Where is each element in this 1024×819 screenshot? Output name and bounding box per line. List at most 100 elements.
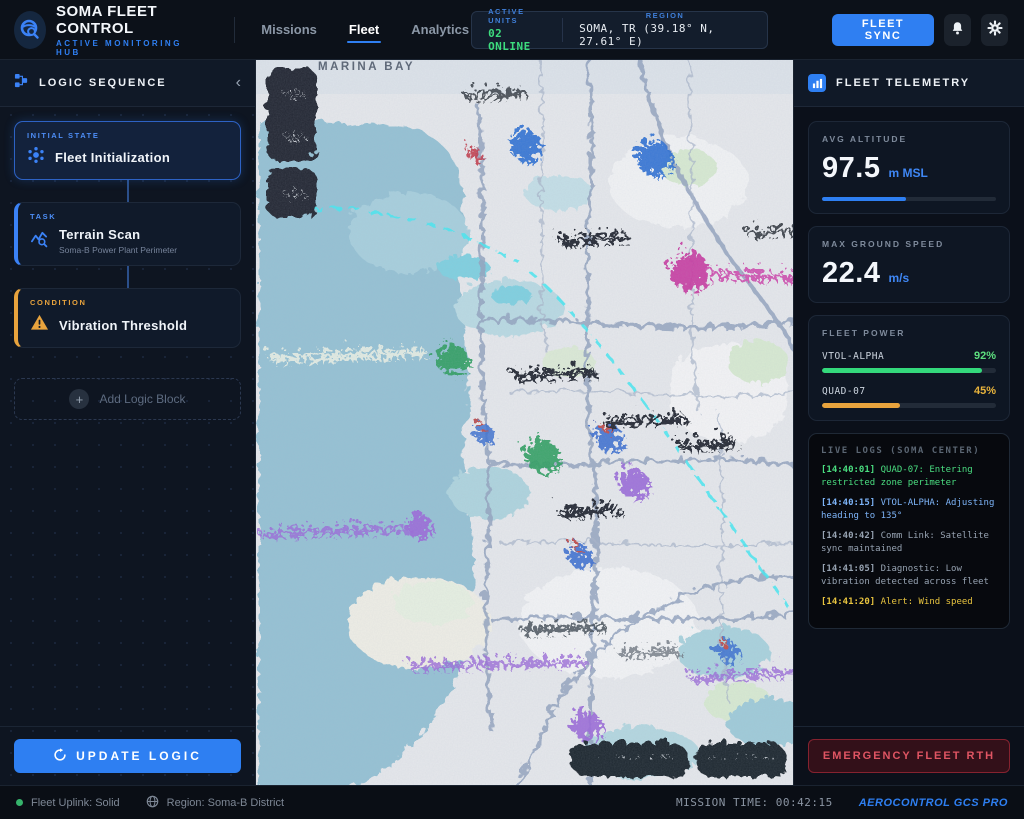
terrain-scan-icon — [30, 229, 49, 253]
app-title: SOMA FLEET CONTROL — [56, 3, 210, 37]
add-logic-block-button[interactable]: + Add Logic Block — [14, 378, 241, 420]
add-logic-block-label: Add Logic Block — [99, 392, 185, 406]
notifications-button[interactable] — [944, 14, 971, 46]
brand: SOMA FLEET CONTROL ACTIVE MONITORING HUB — [14, 3, 210, 57]
log-timestamp: [14:40:42] — [821, 531, 881, 541]
logic-panel-title: LOGIC SEQUENCE — [39, 77, 167, 89]
app-logo-icon — [14, 11, 46, 49]
active-units-label: ACTIVE UNITS — [488, 7, 546, 25]
logic-panel-footer: UPDATE LOGIC — [0, 726, 255, 785]
power-unit-name: QUAD-07 — [822, 386, 866, 397]
log-timestamp: [14:41:05] — [821, 564, 881, 574]
power-unit-fill — [822, 368, 982, 373]
block-kind-label: TASK — [30, 212, 228, 221]
max-speed-label: MAX GROUND SPEED — [822, 239, 996, 249]
main-content: LOGIC SEQUENCE ‹ INITIAL STATE — [0, 60, 1024, 785]
power-unit-fill — [822, 403, 900, 408]
log-list: [14:40:01] QUAD-07: Entering restricted … — [821, 464, 997, 609]
power-unit-track — [822, 368, 996, 373]
logic-sequence-icon — [14, 73, 29, 93]
avg-altitude-label: AVG ALTITUDE — [822, 134, 996, 144]
power-unit-track — [822, 403, 996, 408]
logic-sequence-panel: LOGIC SEQUENCE ‹ INITIAL STATE — [0, 60, 256, 785]
power-unit-pct: 45% — [974, 385, 996, 397]
region-info: REGION SOMA, TR (39.18° N, 27.61° E) — [579, 11, 751, 48]
settings-button[interactable] — [981, 14, 1008, 46]
active-units: ACTIVE UNITS 02 ONLINE — [488, 7, 546, 53]
header: SOMA FLEET CONTROL ACTIVE MONITORING HUB… — [0, 0, 1024, 60]
avg-altitude-value: 97.5 — [822, 152, 880, 185]
bell-icon — [949, 20, 966, 40]
log-entry: [14:41:20] Alert: Wind speed — [821, 596, 997, 609]
app-subtitle: ACTIVE MONITORING HUB — [56, 39, 210, 57]
fleet-power-rows: VTOL-ALPHA92%QUAD-0745% — [822, 350, 996, 408]
hub-icon — [27, 146, 45, 169]
logic-block-condition[interactable]: CONDITION Vibration Threshold — [14, 288, 241, 348]
log-entry: [14:40:01] QUAD-07: Entering restricted … — [821, 464, 997, 490]
telemetry-cards: AVG ALTITUDE 97.5 m MSL MAX GROUND SPEED… — [794, 107, 1024, 643]
header-actions: FLEET SYNC — [832, 14, 1008, 46]
log-timestamp: [14:40:15] — [821, 498, 881, 508]
emergency-rth-button[interactable]: EMERGENCY FLEET RTH — [808, 739, 1010, 773]
fleet-power-label: FLEET POWER — [822, 328, 996, 338]
power-unit-row: QUAD-07 45% — [822, 385, 996, 397]
logic-panel-header: LOGIC SEQUENCE ‹ — [0, 60, 255, 107]
uplink-status-dot — [16, 799, 23, 806]
fleet-telemetry-panel: FLEET TELEMETRY AVG ALTITUDE 97.5 m MSL … — [793, 60, 1024, 785]
refresh-icon — [53, 748, 67, 765]
live-logs-title: LIVE LOGS (SOMA CENTER) — [821, 446, 997, 456]
nav-item-fleet[interactable]: Fleet — [347, 2, 381, 57]
avg-altitude-card: AVG ALTITUDE 97.5 m MSL — [808, 121, 1010, 214]
status-divider — [562, 18, 563, 42]
mission-time: MISSION TIME: 00:42:15 — [676, 796, 833, 809]
status-bar: Fleet Uplink: Solid Region: Soma-B Distr… — [0, 785, 1024, 819]
logic-blocks: INITIAL STATE Fleet Initialization — [0, 107, 255, 434]
update-logic-label: UPDATE LOGIC — [76, 749, 202, 763]
nav-item-analytics[interactable]: Analytics — [409, 2, 471, 57]
uplink-status-label: Fleet Uplink: Solid — [31, 797, 120, 809]
map-canvas: MARINA BAY — [256, 60, 793, 785]
update-logic-button[interactable]: UPDATE LOGIC — [14, 739, 241, 773]
block-connector — [127, 266, 129, 288]
header-divider — [234, 17, 235, 43]
gcs-brand: AEROCONTROL GCS PRO — [859, 797, 1008, 809]
block-title: Fleet Initialization — [55, 150, 170, 165]
fleet-sync-button[interactable]: FLEET SYNC — [832, 14, 934, 46]
gear-icon — [986, 19, 1004, 40]
main-nav: Missions Fleet Analytics — [259, 2, 471, 57]
map[interactable]: MARINA BAY — [256, 60, 793, 785]
region-label: REGION — [646, 11, 685, 20]
log-entry: [14:41:05] Diagnostic: Low vibration det… — [821, 563, 997, 589]
block-title: Vibration Threshold — [59, 318, 187, 333]
log-entry: [14:40:42] Comm Link: Satellite sync mai… — [821, 530, 997, 556]
altitude-progress-track — [822, 197, 996, 201]
globe-icon — [146, 795, 159, 811]
region-status-label: Region: Soma-B District — [167, 797, 284, 809]
altitude-progress-fill — [822, 197, 906, 201]
log-timestamp: [14:41:20] — [821, 597, 881, 607]
logic-block-task[interactable]: TASK Terrain Scan Soma-B Power Plant Per… — [14, 202, 241, 266]
block-connector — [127, 180, 129, 202]
header-status-widget: ACTIVE UNITS 02 ONLINE REGION SOMA, TR (… — [471, 11, 768, 49]
active-units-value: 02 ONLINE — [488, 27, 546, 53]
brand-text: SOMA FLEET CONTROL ACTIVE MONITORING HUB — [56, 3, 210, 57]
nav-item-missions[interactable]: Missions — [259, 2, 319, 57]
region-status: Region: Soma-B District — [146, 795, 284, 811]
power-unit-name: VTOL-ALPHA — [822, 351, 884, 362]
fleet-power-card: FLEET POWER VTOL-ALPHA92%QUAD-0745% — [808, 315, 1010, 421]
warning-triangle-icon — [30, 313, 49, 337]
telemetry-panel-title: FLEET TELEMETRY — [836, 77, 970, 89]
block-subtitle: Soma-B Power Plant Perimeter — [59, 245, 177, 255]
status-bar-right: MISSION TIME: 00:42:15 AEROCONTROL GCS P… — [676, 796, 1008, 809]
logic-block-initial-state[interactable]: INITIAL STATE Fleet Initialization — [14, 121, 241, 180]
log-timestamp: [14:40:01] — [821, 465, 881, 475]
max-speed-card: MAX GROUND SPEED 22.4 m/s — [808, 226, 1010, 303]
bar-chart-icon — [808, 74, 826, 92]
telemetry-panel-footer: EMERGENCY FLEET RTH — [794, 726, 1024, 785]
log-entry: [14:40:15] VTOL-ALPHA: Adjusting heading… — [821, 497, 997, 523]
max-speed-value: 22.4 — [822, 257, 880, 290]
region-value: SOMA, TR (39.18° N, 27.61° E) — [579, 22, 751, 48]
avg-altitude-unit: m MSL — [888, 166, 927, 180]
collapse-panel-icon[interactable]: ‹ — [236, 75, 241, 91]
live-logs-card: LIVE LOGS (SOMA CENTER) [14:40:01] QUAD-… — [808, 433, 1010, 629]
